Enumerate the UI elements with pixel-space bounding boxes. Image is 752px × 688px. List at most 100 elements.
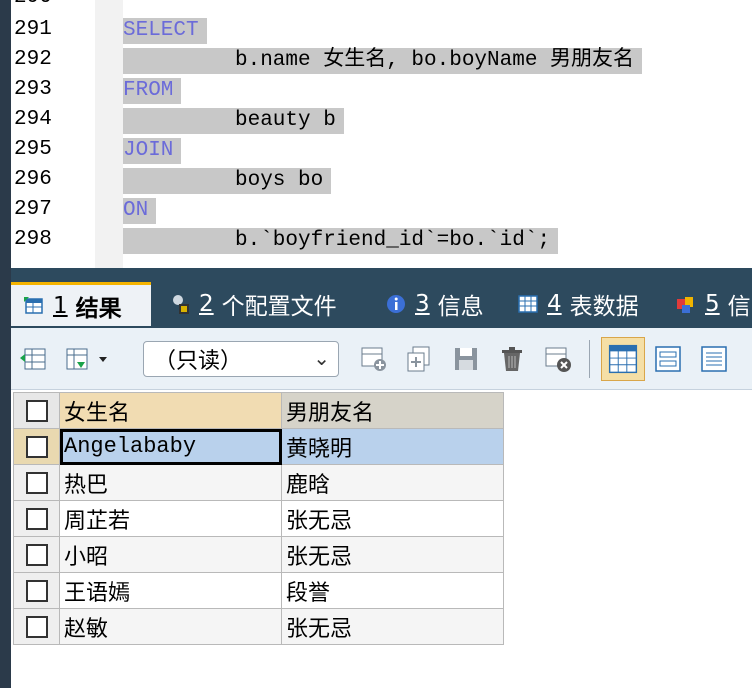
row-checkbox-cell[interactable] [13,464,60,501]
line-number: 294 [14,108,52,131]
sql-text: b.name 女生名, bo.boyName 男朋友名 [235,48,643,74]
sql-text: b.`boyfriend_id`=bo.`id`; [235,228,559,254]
table-cell[interactable]: Angelababy [59,428,282,465]
form-view-icon[interactable] [653,344,683,374]
selection-indent [123,168,235,194]
editor-line-partial: 290 [11,0,752,12]
toolbar-separator [589,340,590,378]
tab-number: 5 [705,291,720,317]
table-cell[interactable]: 周芷若 [59,500,282,537]
editor-line: 291 SELECT [11,14,752,44]
results-panel: 1 结果 2 个配置文件 3 信息 4 表数据 5 信 （只读） ⌄ 女生名 男… [11,268,752,688]
row-checkbox[interactable] [25,508,48,530]
tab-label: 信 [727,294,751,320]
table-data-icon [518,295,538,313]
sql-editor[interactable]: 290 291 SELECT 292 b.name 女生名, bo.boyNam… [11,0,752,268]
table-cell[interactable]: 热巴 [59,464,282,501]
row-checkbox-cell[interactable] [13,536,60,573]
info-icon [387,295,405,313]
row-checkbox-cell[interactable] [13,428,60,465]
row-checkbox-cell[interactable] [13,572,60,609]
table-cell[interactable]: 小昭 [59,536,282,573]
read-only-mode-select[interactable]: （只读） ⌄ [143,341,339,377]
tab-result[interactable]: 1 结果 [11,282,151,326]
table-row[interactable]: 热巴 鹿晗 [13,464,504,501]
table-row[interactable]: 赵敏 张无忌 [13,608,504,645]
table-cell[interactable]: 黄晓明 [281,428,504,465]
table-row[interactable]: 周芷若 张无忌 [13,500,504,537]
line-number: 292 [14,48,52,71]
table-cell[interactable]: 王语嫣 [59,572,282,609]
editor-line: 297 ON [11,194,752,224]
info-color-icon [677,297,693,313]
row-checkbox[interactable] [25,544,48,566]
line-number: 297 [14,198,52,221]
line-number: 293 [14,78,52,101]
sql-text: beauty b [235,108,344,134]
grid-export-icon[interactable] [19,344,49,374]
row-checkbox[interactable] [25,580,48,602]
results-toolbar: （只读） ⌄ [11,328,752,390]
result-grid-icon [24,296,43,314]
sql-text: boys bo [235,168,332,194]
tab-number: 3 [415,291,430,317]
editor-line: 296 boys bo [11,164,752,194]
table-cell[interactable]: 鹿晗 [281,464,504,501]
select-all-checkbox[interactable] [25,400,48,422]
row-checkbox-cell[interactable] [13,608,60,645]
cancel-changes-icon[interactable] [543,344,573,374]
line-number: 295 [14,138,52,161]
tab-label: 结果 [75,295,122,322]
sql-keyword: FROM [123,78,182,104]
grid-view-icon[interactable] [601,337,645,381]
table-row[interactable]: 小昭 张无忌 [13,536,504,573]
tab-number: 4 [547,291,562,317]
row-checkbox[interactable] [25,436,48,458]
tab-info[interactable]: 3 信息 [373,282,484,326]
sql-keyword: JOIN [123,138,182,164]
table-cell[interactable]: 张无忌 [281,500,504,537]
row-checkbox-cell[interactable] [13,500,60,537]
editor-line: 292 b.name 女生名, bo.boyName 男朋友名 [11,44,752,74]
profile-icon [173,295,189,314]
tab-label: 表数据 [569,294,639,320]
results-tab-bar: 1 结果 2 个配置文件 3 信息 4 表数据 5 信 [11,268,752,328]
tab-table-data[interactable]: 4 表数据 [505,282,639,326]
tab-info-color[interactable]: 5信 [663,282,751,326]
tab-number: 1 [53,292,68,319]
duplicate-row-icon[interactable] [405,344,435,374]
select-all-checkbox-cell[interactable] [13,392,60,429]
selection-indent [123,48,235,74]
editor-line: 298 b.`boyfriend_id`=bo.`id`; [11,224,752,254]
tab-label: 个配置文件 [221,294,337,320]
add-row-icon[interactable] [359,344,389,374]
table-cell[interactable]: 段誉 [281,572,504,609]
line-number: 291 [14,18,52,41]
selection-indent [123,228,235,254]
tab-profile[interactable]: 2 个配置文件 [157,282,337,326]
sql-keyword: SELECT [123,18,207,44]
line-number: 298 [14,228,52,251]
table-cell[interactable]: 张无忌 [281,536,504,573]
sql-keyword: ON [123,198,157,224]
table-row[interactable]: Angelababy 黄晓明 [13,428,504,465]
table-row[interactable]: 王语嫣 段誉 [13,572,504,609]
editor-line: 293 FROM [11,74,752,104]
column-header[interactable]: 男朋友名 [281,392,504,429]
row-checkbox[interactable] [25,472,48,494]
text-view-icon[interactable] [699,344,729,374]
column-header[interactable]: 女生名 [59,392,282,429]
tab-label: 信息 [437,294,484,320]
save-icon[interactable] [451,344,481,374]
line-number: 290 [14,0,52,9]
row-checkbox[interactable] [25,616,48,638]
left-window-edge [0,0,11,688]
result-grid[interactable]: 女生名 男朋友名 Angelababy 黄晓明 热巴 鹿晗 周芷若 张无忌 小昭… [13,392,504,645]
trash-icon[interactable] [497,344,527,374]
table-cell[interactable]: 张无忌 [281,608,504,645]
editor-line: 295 JOIN [11,134,752,164]
table-cell[interactable]: 赵敏 [59,608,282,645]
line-number: 296 [14,168,52,191]
view-mode-dropdown-icon[interactable] [63,344,113,374]
tab-number: 2 [199,291,214,317]
